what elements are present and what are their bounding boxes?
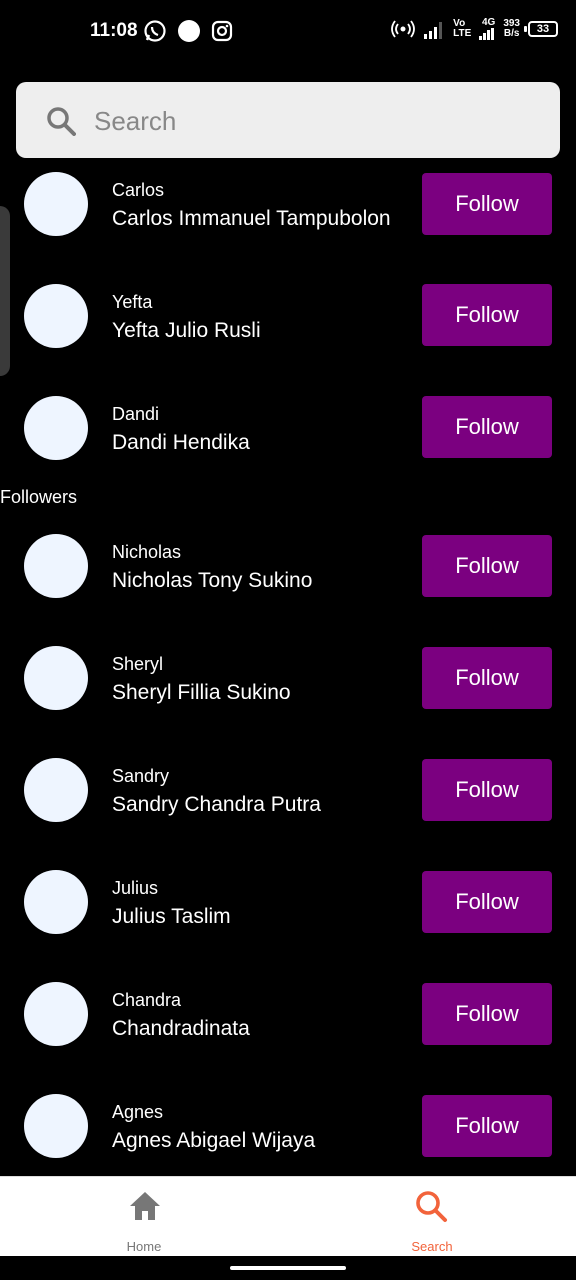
username: Nicholas: [112, 542, 182, 562]
dot-notification-icon: [178, 20, 200, 42]
hotspot-icon: [391, 20, 416, 38]
follow-button[interactable]: Follow: [422, 759, 552, 821]
signal-4g: 4G: [479, 18, 495, 40]
avatar: [24, 396, 88, 460]
status-bar: 11:08 Vo LTE 4G 393 B/s 33: [0, 0, 576, 64]
list-item: Carlos Carlos Immanuel Tampubolon Follow: [0, 170, 576, 282]
follow-button[interactable]: Follow: [422, 396, 552, 458]
signal-icon: [424, 22, 443, 39]
nav-home-label: Home: [126, 1239, 162, 1254]
full-name: Julius Taslim: [112, 905, 231, 928]
list-item: Sandry Sandry Chandra Putra Follow: [0, 756, 576, 868]
full-name: Carlos Immanuel Tampubolon: [112, 207, 391, 230]
instagram-icon: [211, 20, 233, 42]
search-bar[interactable]: Search: [16, 82, 560, 158]
search-icon: [416, 1191, 447, 1222]
whatsapp-icon: [144, 20, 166, 42]
full-name: Sandry Chandra Putra: [112, 793, 321, 816]
full-name: Agnes Abigael Wijaya: [112, 1129, 316, 1152]
list-item: Nicholas Nicholas Tony Sukino Follow: [0, 532, 576, 644]
full-name: Yefta Julio Rusli: [112, 319, 261, 342]
search-input[interactable]: Search: [94, 106, 176, 137]
bottom-navigation: Home Search: [0, 1176, 576, 1256]
home-gesture-bar[interactable]: [230, 1266, 346, 1270]
follow-button[interactable]: Follow: [422, 284, 552, 346]
battery-indicator: 33: [524, 21, 558, 37]
gesture-area: [0, 1256, 576, 1280]
username: Sheryl: [112, 654, 164, 674]
status-time: 11:08: [90, 20, 138, 41]
system-icons: Vo LTE 4G 393 B/s 33: [391, 18, 558, 40]
full-name: Sheryl Fillia Sukino: [112, 681, 291, 704]
avatar: [24, 646, 88, 710]
volte-bottom: LTE: [453, 28, 472, 39]
follow-button[interactable]: Follow: [422, 1095, 552, 1157]
full-name: Nicholas Tony Sukino: [112, 569, 313, 592]
follow-button[interactable]: Follow: [422, 871, 552, 933]
volte-indicator: Vo LTE: [453, 19, 471, 39]
signal-4g-icon: [479, 28, 495, 40]
username: Sandry: [112, 766, 170, 786]
avatar: [24, 758, 88, 822]
avatar: [24, 870, 88, 934]
list-item: Julius Julius Taslim Follow: [0, 868, 576, 980]
avatar: [24, 534, 88, 598]
nav-search[interactable]: Search: [288, 1177, 576, 1257]
username: Carlos: [112, 180, 165, 200]
username: Julius: [112, 878, 159, 898]
notification-icons: [143, 19, 233, 43]
list-item: Sheryl Sheryl Fillia Sukino Follow: [0, 644, 576, 756]
username: Chandra: [112, 990, 182, 1010]
avatar: [24, 284, 88, 348]
follow-button[interactable]: Follow: [422, 983, 552, 1045]
username: Dandi: [112, 404, 160, 424]
list-item: Dandi Dandi Hendika Follow: [0, 394, 576, 506]
nav-home[interactable]: Home: [0, 1177, 288, 1257]
nav-search-label: Search: [411, 1239, 453, 1254]
list-item: Yefta Yefta Julio Rusli Follow: [0, 282, 576, 394]
full-name: Chandradinata: [112, 1017, 250, 1040]
follow-button[interactable]: Follow: [422, 173, 552, 235]
follow-button[interactable]: Follow: [422, 535, 552, 597]
follow-button[interactable]: Follow: [422, 647, 552, 709]
network-generation: 4G: [481, 17, 496, 28]
username: Yefta: [112, 292, 153, 312]
avatar: [24, 982, 88, 1046]
avatar: [24, 1094, 88, 1158]
username: Agnes: [112, 1102, 164, 1122]
net-speed: 393 B/s: [503, 19, 520, 39]
followers-section-title: Followers: [0, 487, 78, 507]
search-icon: [47, 107, 76, 136]
full-name: Dandi Hendika: [112, 431, 250, 454]
home-icon: [130, 1192, 160, 1220]
list-item: Chandra Chandradinata Follow: [0, 980, 576, 1092]
net-speed-unit: B/s: [503, 28, 520, 39]
avatar: [24, 172, 88, 236]
